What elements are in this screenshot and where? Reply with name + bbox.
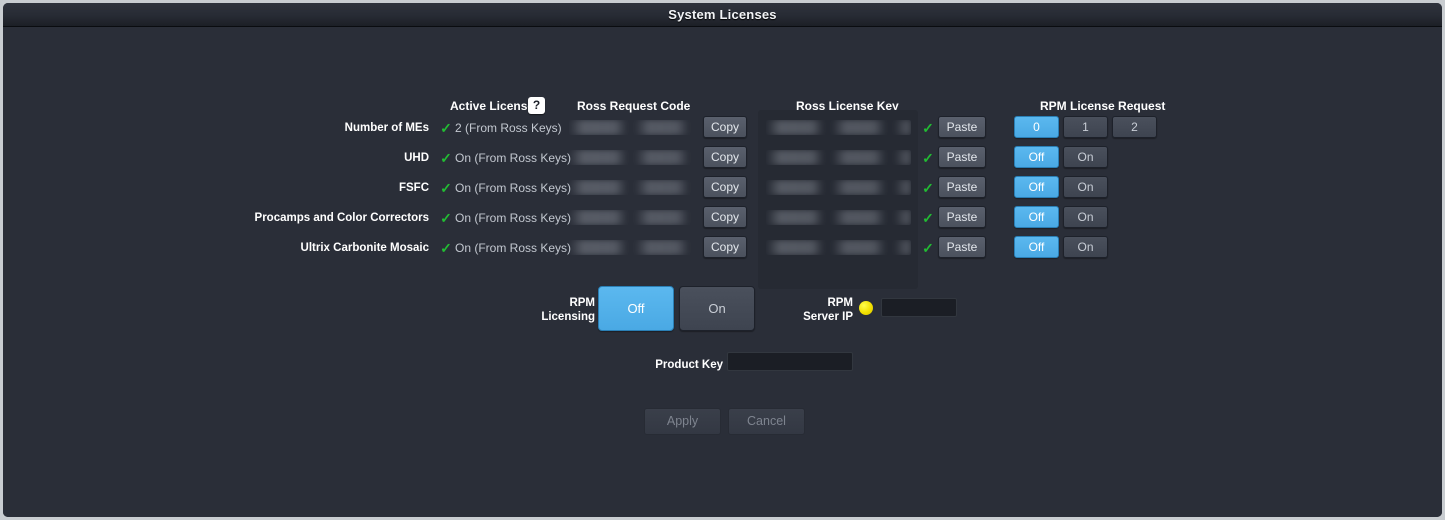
ross-license-key-field[interactable] [766,240,911,255]
rpm-license-request-toggle[interactable]: Off On [1014,236,1108,258]
row-label: Ultrix Carbonite Mosaic [300,242,429,254]
rpm-request-option[interactable]: 1 [1063,116,1108,138]
ross-request-code-field[interactable] [569,150,691,165]
rpm-licensing-label-line1: RPM [569,297,595,309]
rpm-licensing-label: RPM Licensing [533,296,595,324]
rpm-license-request-toggle[interactable]: Off On [1014,206,1108,228]
ross-license-key-field[interactable] [766,210,911,225]
license-key-check-icon: ✓ [922,210,934,226]
table-row: Procamps and Color Correctors ✓ On (From R… [3,206,1442,230]
row-label: Procamps and Color Correctors [254,212,429,224]
window-inner: System Licenses Active Licenses ? Ross R… [3,3,1442,517]
window-title: System Licenses [668,7,777,22]
row-label: UHD [404,152,429,164]
copy-button[interactable]: Copy [703,206,747,228]
ross-request-code-field[interactable] [569,240,691,255]
yellow-status-dot [859,301,873,315]
active-license-value: On (From Ross Keys) [455,241,572,255]
product-key-label: Product Key [655,359,723,371]
paste-button[interactable]: Paste [938,146,986,168]
license-key-check-icon: ✓ [922,240,934,256]
paste-button[interactable]: Paste [938,176,986,198]
rpm-request-option[interactable]: On [1063,236,1108,258]
active-license-check-icon: ✓ [440,180,452,196]
copy-button[interactable]: Copy [703,176,747,198]
ross-license-key-field[interactable] [766,150,911,165]
title-bar: System Licenses [3,3,1442,27]
rpm-request-option[interactable]: Off [1014,146,1059,168]
rpm-request-option[interactable]: Off [1014,176,1059,198]
table-row: FSFC ✓ On (From Ross Keys) Copy ✓ Paste Off On [3,176,1442,200]
ross-request-code-field[interactable] [569,210,691,225]
active-license-check-icon: ✓ [440,150,452,166]
dialog-body: Active Licenses ? Ross Request Code Ross… [3,27,1442,517]
table-row: Ultrix Carbonite Mosaic ✓ On (From Ross Ke… [3,236,1442,260]
active-license-check-icon: ✓ [440,240,452,256]
column-header-ross-request-code: Ross Request Code [577,99,691,113]
ross-license-key-field[interactable] [766,120,911,135]
rpm-licensing-option[interactable]: Off [598,286,674,331]
active-license-check-icon: ✓ [440,120,452,136]
license-key-check-icon: ✓ [922,180,934,196]
screenshot-root: System Licenses Active Licenses ? Ross R… [0,0,1445,520]
rpm-server-ip-label-line2: Server IP [803,311,853,323]
active-license-value: On (From Ross Keys) [455,151,572,165]
copy-button[interactable]: Copy [703,236,747,258]
rpm-licensing-option[interactable]: On [679,286,755,331]
rpm-request-option[interactable]: 2 [1112,116,1157,138]
rpm-request-option[interactable]: On [1063,176,1108,198]
active-license-value: On (From Ross Keys) [455,181,572,195]
rpm-request-option[interactable]: On [1063,146,1108,168]
rpm-request-option[interactable]: Off [1014,206,1059,228]
table-row: Number of MEs ✓ 2 (From Ross Keys) Copy ✓ Pas… [3,116,1442,140]
rpm-license-request-toggle[interactable]: Off On [1014,146,1108,168]
paste-button[interactable]: Paste [938,116,986,138]
row-label: Number of MEs [344,122,429,134]
window-frame: System Licenses Active Licenses ? Ross R… [0,0,1445,520]
rpm-license-request-toggle[interactable]: 012 [1014,116,1157,138]
ross-request-code-field[interactable] [569,120,691,135]
copy-button[interactable]: Copy [703,146,747,168]
ross-license-key-field[interactable] [766,180,911,195]
paste-button[interactable]: Paste [938,206,986,228]
paste-button[interactable]: Paste [938,236,986,258]
help-icon[interactable]: ? [528,97,545,114]
rpm-server-ip-label-line1: RPM [827,297,853,309]
active-license-check-icon: ✓ [440,210,452,226]
rpm-server-ip-label: RPM Server IP [789,296,853,324]
rpm-request-option[interactable]: Off [1014,236,1059,258]
cancel-button[interactable]: Cancel [728,408,805,435]
rpm-license-request-toggle[interactable]: Off On [1014,176,1108,198]
license-key-check-icon: ✓ [922,150,934,166]
ross-request-code-field[interactable] [569,180,691,195]
active-license-value: On (From Ross Keys) [455,211,572,225]
product-key-input[interactable] [727,352,853,371]
copy-button[interactable]: Copy [703,116,747,138]
row-label: FSFC [398,182,429,194]
table-row: UHD ✓ On (From Ross Keys) Copy ✓ Paste Off On [3,146,1442,170]
apply-button[interactable]: Apply [644,408,721,435]
active-license-value: 2 (From Ross Keys) [455,121,562,135]
rpm-licensing-label-line2: Licensing [541,311,595,323]
rpm-request-option[interactable]: 0 [1014,116,1059,138]
column-header-rpm-license-request: RPM License Request [1040,99,1166,113]
rpm-request-option[interactable]: On [1063,206,1108,228]
license-key-check-icon: ✓ [922,120,934,136]
rpm-server-ip-input[interactable] [881,298,957,317]
rpm-licensing-toggle[interactable]: Off On [598,286,755,331]
